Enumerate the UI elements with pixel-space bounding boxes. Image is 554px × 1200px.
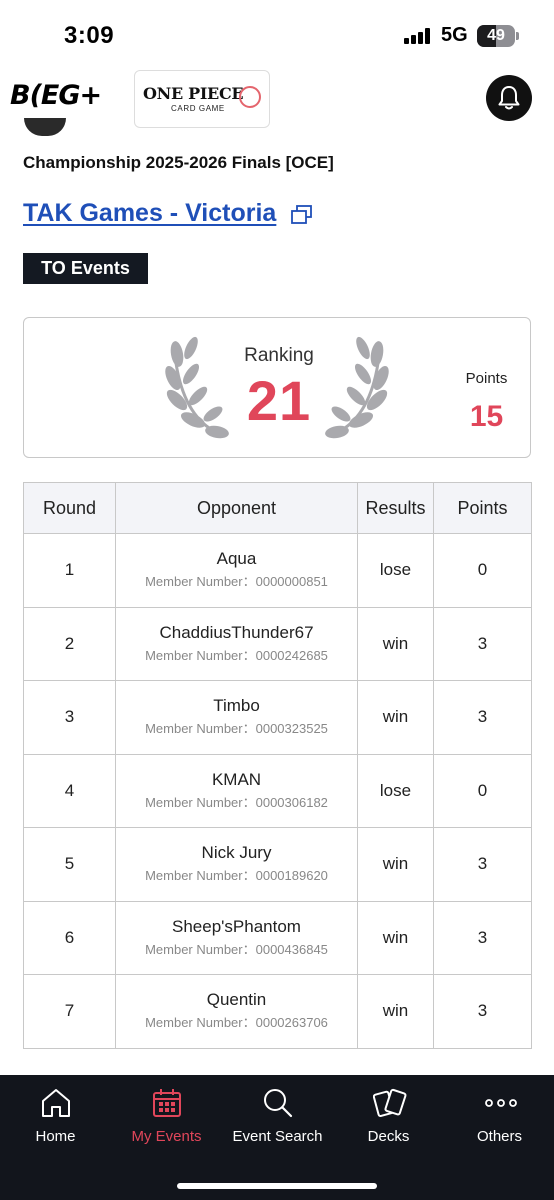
table-row: 1 Aqua Member Number：0000000851 lose 0 (23, 533, 532, 608)
column-header-round: Round (23, 482, 116, 534)
opponent-name: ChaddiusThunder67 (159, 622, 314, 642)
cards-icon (373, 1088, 407, 1117)
ranking-label: Ranking (244, 345, 314, 366)
opponent-cell: Quentin Member Number：0000263706 (115, 974, 358, 1049)
member-number: Member Number：0000323525 (145, 721, 328, 737)
table-row: 4 KMAN Member Number：0000306182 lose 0 (23, 753, 532, 828)
bottom-nav: Home My Events Event Search Decks Others (0, 1075, 554, 1200)
points-cell: 3 (433, 680, 532, 755)
table-header-row: Round Opponent Results Points (23, 482, 532, 534)
result-cell: lose (357, 753, 434, 828)
points-cell: 3 (433, 606, 532, 681)
round-cell: 1 (23, 533, 116, 608)
game-logo-emblem (239, 86, 261, 108)
member-number: Member Number：0000242685 (145, 647, 328, 663)
member-number: Member Number：0000000851 (145, 574, 328, 590)
battery-level: 49 (487, 27, 505, 44)
home-icon (42, 1089, 70, 1117)
round-cell: 5 (23, 827, 116, 902)
table-row: 6 Sheep'sPhantom Member Number：0000436845… (23, 900, 532, 975)
points-cell: 3 (433, 827, 532, 902)
member-number: Member Number：0000436845 (145, 941, 328, 957)
opponent-name: Aqua (216, 549, 257, 569)
opponent-cell: ChaddiusThunder67 Member Number：000024268… (115, 606, 358, 681)
game-logo-title: ONE PIECE (143, 84, 244, 103)
round-cell: 7 (23, 974, 116, 1049)
member-number: Member Number：0000306182 (145, 794, 328, 810)
table-row: 2 ChaddiusThunder67 Member Number：0000242… (23, 606, 532, 681)
signal-icon (404, 28, 432, 44)
bell-icon (498, 86, 520, 110)
venue-link[interactable]: TAK Games - Victoria (23, 199, 276, 228)
event-title: Championship 2025-2026 Finals [OCE] (23, 153, 334, 172)
nav-others[interactable]: Others (444, 1075, 554, 1165)
opponent-name: Sheep'sPhantom (172, 916, 301, 936)
nav-label: Decks (367, 1128, 410, 1145)
nav-decks[interactable]: Decks (333, 1075, 444, 1165)
opponent-cell: Timbo Member Number：0000323525 (115, 680, 358, 755)
table-row: 7 Quentin Member Number：0000263706 win 3 (23, 974, 532, 1049)
battery-nub (516, 32, 519, 40)
result-cell: lose (357, 533, 434, 608)
brand-logo[interactable]: B(EG+ (10, 80, 102, 111)
column-header-points: Points (433, 482, 532, 534)
to-events-badge: TO Events (23, 253, 148, 284)
nav-label: Others (476, 1128, 522, 1145)
result-cell: win (357, 606, 434, 681)
opponent-name: Nick Jury (201, 843, 272, 863)
nav-label: My Events (131, 1128, 202, 1145)
opponent-name: Quentin (206, 990, 267, 1010)
game-logo-subtitle: CARD GAME (171, 104, 225, 113)
nav-label: Event Search (232, 1128, 323, 1145)
nav-event-search[interactable]: Event Search (222, 1075, 333, 1165)
round-cell: 3 (23, 680, 116, 755)
table-row: 3 Timbo Member Number：0000323525 win 3 (23, 680, 532, 755)
network-type: 5G (441, 24, 468, 46)
opponent-name: KMAN (211, 769, 262, 789)
round-cell: 6 (23, 900, 116, 975)
app-header: B(EG+ ONE PIECE CARD GAME (0, 66, 554, 130)
calendar-icon (153, 1089, 181, 1117)
column-header-results: Results (357, 482, 434, 534)
result-cell: win (357, 680, 434, 755)
status-time: 3:09 (64, 22, 115, 49)
nav-label: Home (35, 1128, 76, 1145)
points-value: 15 (469, 400, 504, 433)
points-cell: 3 (433, 900, 532, 975)
home-indicator[interactable] (177, 1183, 377, 1189)
opponent-name: Timbo (213, 696, 260, 716)
opponent-cell: Sheep'sPhantom Member Number：0000436845 (115, 900, 358, 975)
opponent-cell: KMAN Member Number：0000306182 (115, 753, 358, 828)
opponent-cell: Nick Jury Member Number：0000189620 (115, 827, 358, 902)
nav-my-events[interactable]: My Events (111, 1075, 222, 1165)
member-number: Member Number：0000263706 (145, 1015, 328, 1031)
battery-icon: 49 (477, 25, 515, 47)
member-number: Member Number：0000189620 (145, 868, 328, 884)
points-cell: 3 (433, 974, 532, 1049)
result-cell: win (357, 827, 434, 902)
more-icon (485, 1099, 517, 1107)
results-table: Round Opponent Results Points 1 Aqua Memb… (23, 482, 532, 1049)
result-cell: win (357, 900, 434, 975)
points-label: Points (465, 370, 508, 387)
status-bar: 3:09 5G 49 (0, 0, 554, 70)
organizer-avatar (24, 118, 66, 136)
search-icon (264, 1089, 293, 1118)
ranking-value: 21 (246, 369, 312, 432)
external-link-icon[interactable] (291, 205, 313, 225)
result-cell: win (357, 974, 434, 1049)
ranking-card: Ranking 21 Points 15 (23, 317, 531, 458)
game-logo[interactable]: ONE PIECE CARD GAME (134, 70, 270, 128)
table-row: 5 Nick Jury Member Number：0000189620 win … (23, 827, 532, 902)
opponent-cell: Aqua Member Number：0000000851 (115, 533, 358, 608)
column-header-opponent: Opponent (115, 482, 358, 534)
notifications-button[interactable] (486, 75, 532, 121)
round-cell: 2 (23, 606, 116, 681)
round-cell: 4 (23, 753, 116, 828)
points-cell: 0 (433, 533, 532, 608)
nav-home[interactable]: Home (0, 1075, 111, 1165)
points-cell: 0 (433, 753, 532, 828)
